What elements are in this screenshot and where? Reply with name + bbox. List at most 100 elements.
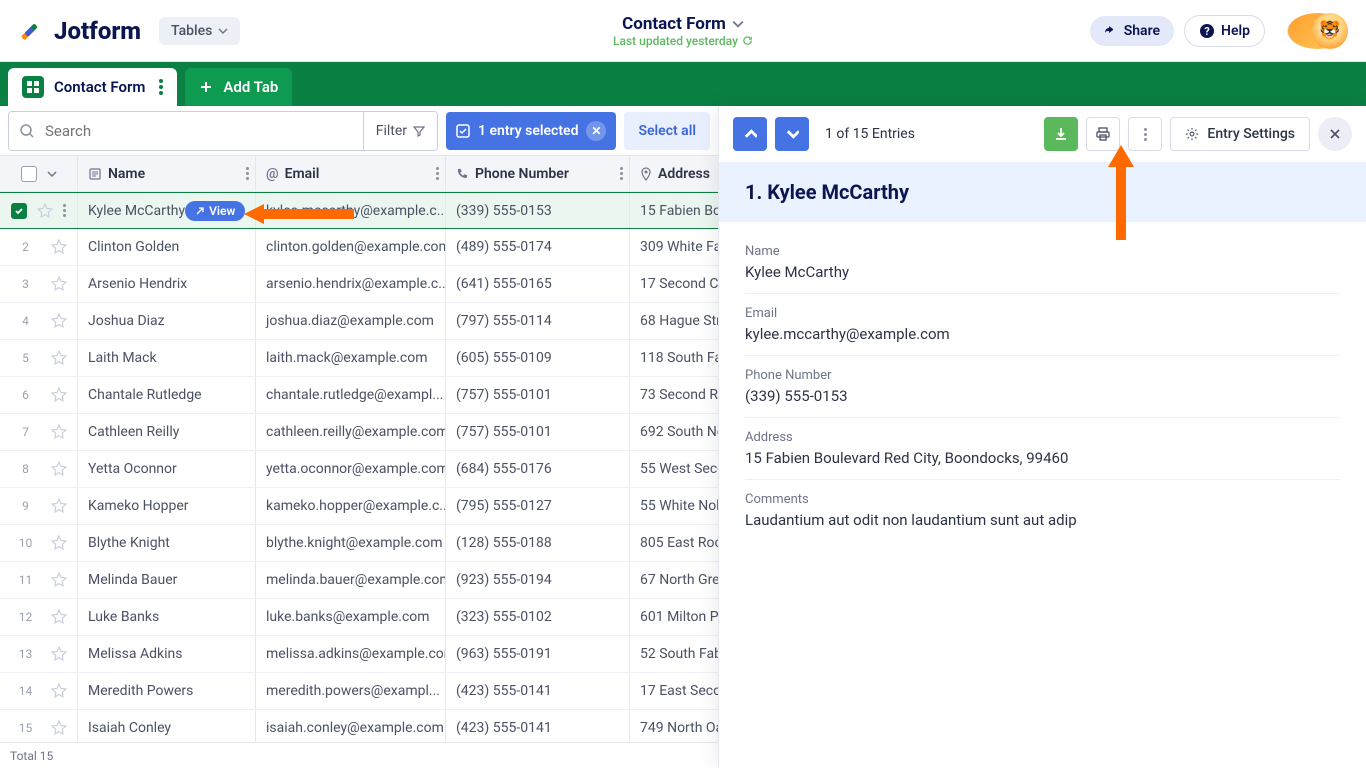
cell-phone[interactable]: (128) 555-0188 bbox=[446, 525, 630, 561]
field-phone: Phone Number(339) 555-0153 bbox=[745, 356, 1340, 418]
cell-email[interactable]: joshua.diaz@example.com bbox=[256, 303, 446, 339]
star-icon[interactable] bbox=[51, 683, 67, 699]
form-title[interactable]: Contact Form bbox=[613, 14, 753, 34]
star-icon[interactable] bbox=[37, 203, 53, 219]
cell-name[interactable]: Meredith Powers bbox=[78, 673, 256, 709]
cell-phone[interactable]: (923) 555-0194 bbox=[446, 562, 630, 598]
star-icon[interactable] bbox=[51, 387, 67, 403]
cell-email[interactable]: laith.mack@example.com bbox=[256, 340, 446, 376]
next-entry-button[interactable] bbox=[775, 117, 809, 151]
tab-menu-icon[interactable] bbox=[159, 79, 163, 95]
jotform-logo[interactable]: Jotform bbox=[18, 17, 141, 45]
close-panel-button[interactable] bbox=[1318, 117, 1352, 151]
cell-name[interactable]: Melinda Bauer bbox=[78, 562, 256, 598]
cell-phone[interactable]: (323) 555-0102 bbox=[446, 599, 630, 635]
cell-email[interactable]: melissa.adkins@example.com bbox=[256, 636, 446, 672]
help-button[interactable]: ? Help bbox=[1184, 15, 1265, 47]
star-icon[interactable] bbox=[51, 535, 67, 551]
tab-contact-form[interactable]: Contact Form bbox=[8, 68, 177, 106]
cell-email[interactable]: blythe.knight@example.com bbox=[256, 525, 446, 561]
search-icon bbox=[19, 123, 35, 139]
column-label: Email bbox=[285, 166, 320, 182]
star-icon[interactable] bbox=[51, 609, 67, 625]
cell-phone[interactable]: (757) 555-0101 bbox=[446, 414, 630, 450]
search-input[interactable] bbox=[9, 112, 256, 150]
cell-phone[interactable]: (423) 555-0141 bbox=[446, 673, 630, 709]
column-menu-icon[interactable] bbox=[436, 167, 439, 180]
star-icon[interactable] bbox=[51, 572, 67, 588]
star-icon[interactable] bbox=[51, 498, 67, 514]
cell-email[interactable]: meredith.powers@exampl... bbox=[256, 673, 446, 709]
cell-name[interactable]: Kameko Hopper bbox=[78, 488, 256, 524]
cell-name[interactable]: Blythe Knight bbox=[78, 525, 256, 561]
cell-name[interactable]: Clinton Golden bbox=[78, 229, 256, 265]
more-menu-button[interactable] bbox=[1128, 117, 1162, 151]
view-button[interactable]: View bbox=[185, 201, 245, 221]
column-menu-icon[interactable] bbox=[620, 167, 623, 180]
chevron-down-icon[interactable] bbox=[47, 169, 57, 179]
cell-name[interactable]: Luke Banks bbox=[78, 599, 256, 635]
cell-name[interactable]: Melissa Adkins bbox=[78, 636, 256, 672]
star-icon[interactable] bbox=[51, 350, 67, 366]
row-menu-icon[interactable] bbox=[63, 204, 66, 217]
star-icon[interactable] bbox=[51, 313, 67, 329]
cell-email[interactable]: kylee.mccarthy@example.c... bbox=[256, 193, 446, 228]
cell-name[interactable]: Joshua Diaz bbox=[78, 303, 256, 339]
star-icon[interactable] bbox=[51, 239, 67, 255]
cell-phone[interactable]: (423) 555-0141 bbox=[446, 710, 630, 746]
cell-email[interactable]: luke.banks@example.com bbox=[256, 599, 446, 635]
tables-label: Tables bbox=[171, 23, 212, 39]
cell-email[interactable]: chantale.rutledge@exampl... bbox=[256, 377, 446, 413]
star-icon[interactable] bbox=[51, 461, 67, 477]
cell-name[interactable]: Isaiah Conley bbox=[78, 710, 256, 746]
select-all-checkbox[interactable] bbox=[21, 166, 37, 182]
prev-entry-button[interactable] bbox=[733, 117, 767, 151]
row-checkbox[interactable] bbox=[11, 203, 27, 219]
entry-settings-button[interactable]: Entry Settings bbox=[1170, 117, 1310, 151]
cell-phone[interactable]: (641) 555-0165 bbox=[446, 266, 630, 302]
cell-phone[interactable]: (795) 555-0127 bbox=[446, 488, 630, 524]
column-menu-icon[interactable] bbox=[246, 167, 249, 180]
field-label: Name bbox=[745, 244, 1340, 259]
cell-name[interactable]: Chantale Rutledge bbox=[78, 377, 256, 413]
cell-phone[interactable]: (339) 555-0153 bbox=[446, 193, 630, 228]
download-button[interactable] bbox=[1044, 117, 1078, 151]
column-header-email[interactable]: @ Email bbox=[256, 156, 446, 191]
share-button[interactable]: Share bbox=[1090, 16, 1174, 46]
cell-email[interactable]: cathleen.reilly@example.com bbox=[256, 414, 446, 450]
cell-phone[interactable]: (489) 555-0174 bbox=[446, 229, 630, 265]
entry-detail-panel: 1 of 15 Entries Entry Settings 1. Kylee … bbox=[718, 106, 1366, 768]
cell-email[interactable]: arsenio.hendrix@example.c... bbox=[256, 266, 446, 302]
star-icon[interactable] bbox=[51, 424, 67, 440]
cell-email[interactable]: clinton.golden@example.com bbox=[256, 229, 446, 265]
cell-name[interactable]: Yetta Oconnor bbox=[78, 451, 256, 487]
add-tab-button[interactable]: Add Tab bbox=[185, 68, 292, 106]
gear-icon bbox=[1185, 127, 1199, 141]
cell-email[interactable]: yetta.oconnor@example.com bbox=[256, 451, 446, 487]
cell-phone[interactable]: (757) 555-0101 bbox=[446, 377, 630, 413]
cell-phone[interactable]: (797) 555-0114 bbox=[446, 303, 630, 339]
select-all-button[interactable]: Select all bbox=[624, 112, 710, 150]
filter-button[interactable]: Filter bbox=[363, 112, 437, 150]
star-icon[interactable] bbox=[51, 646, 67, 662]
refresh-icon[interactable] bbox=[742, 35, 753, 46]
cell-email[interactable]: melinda.bauer@example.com bbox=[256, 562, 446, 598]
tables-dropdown[interactable]: Tables bbox=[159, 17, 240, 45]
clear-selection-button[interactable]: ✕ bbox=[586, 121, 606, 141]
cell-name[interactable]: Cathleen Reilly bbox=[78, 414, 256, 450]
column-header-name[interactable]: Name bbox=[78, 156, 256, 191]
star-icon[interactable] bbox=[51, 720, 67, 736]
cell-phone[interactable]: (963) 555-0191 bbox=[446, 636, 630, 672]
user-avatar[interactable]: 🐯 bbox=[1287, 13, 1348, 49]
tab-label: Contact Form bbox=[54, 78, 145, 96]
cell-email[interactable]: isaiah.conley@example.com bbox=[256, 710, 446, 746]
cell-phone[interactable]: (605) 555-0109 bbox=[446, 340, 630, 376]
cell-phone[interactable]: (684) 555-0176 bbox=[446, 451, 630, 487]
cell-name[interactable]: Arsenio Hendrix bbox=[78, 266, 256, 302]
cell-name[interactable]: Laith Mack bbox=[78, 340, 256, 376]
print-button[interactable] bbox=[1086, 117, 1120, 151]
star-icon[interactable] bbox=[51, 276, 67, 292]
cell-name[interactable]: Kylee McCarthyView bbox=[78, 193, 256, 228]
cell-email[interactable]: kameko.hopper@example.c... bbox=[256, 488, 446, 524]
column-header-phone[interactable]: Phone Number bbox=[446, 156, 630, 191]
